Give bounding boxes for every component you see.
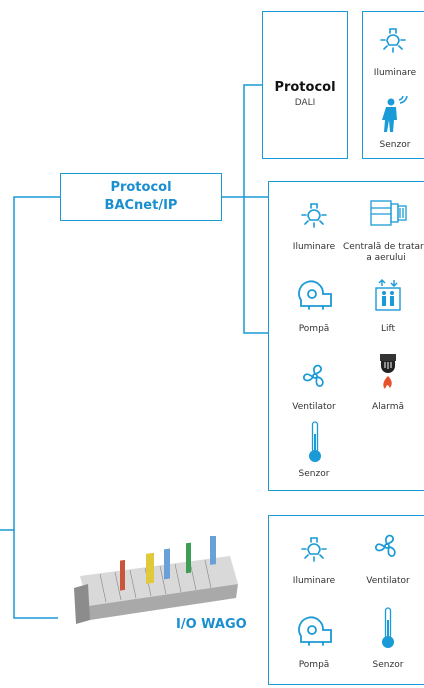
wago-fan-label: Ventilator [366,576,410,586]
fan-icon [303,364,324,387]
wago-sensor-label: Senzor [372,660,404,670]
wago-pump-label: Pompă [298,660,330,670]
bacnet-lighting-label: Iluminare [292,242,336,252]
bacnet-title-line1: Protocol [110,180,172,195]
wago-io-module-image [74,536,238,624]
wago-label: I/O WAGO [176,617,247,632]
dali-devices-box: Iluminare Senzor [362,11,424,159]
motion-sensor-icon [382,95,408,132]
bacnet-fan-label: Ventilator [292,402,336,412]
lightbulb-icon [380,28,406,53]
thermometer-icon [382,607,394,648]
bacnet-alarm-label: Alarmă [372,402,404,412]
bacnet-lift-label: Lift [380,324,396,334]
bacnet-protocol-box: Protocol BACnet/IP [60,173,222,221]
fan-icon [375,534,396,557]
thermometer-icon [309,421,321,462]
lift-icon [375,279,401,311]
wago-lighting-label: Iluminare [292,576,336,586]
dali-subtitle: DALI [294,98,316,108]
lightbulb-icon [301,537,327,562]
pump-icon [298,280,332,310]
lightbulb-icon [301,203,327,228]
bacnet-pump-label: Pompă [298,324,330,334]
bacnet-ahu-label-line2: a aerului [366,253,406,263]
bacnet-ahu-label-line1: Centrală de tratare [342,242,424,252]
dali-sensor-label: Senzor [379,140,411,150]
dali-protocol-box: Protocol DALI [262,11,348,159]
bacnet-title-line2: BACnet/IP [104,198,178,213]
fire-alarm-icon [380,354,396,389]
pump-icon [298,616,332,646]
air-handling-unit-icon [370,200,407,226]
bacnet-devices-box: Iluminare Centrală de tratare a aerului … [268,181,424,491]
dali-lighting-label: Iluminare [373,68,417,78]
dali-title: Protocol [274,80,336,95]
bacnet-sensor-label: Senzor [298,469,330,479]
wago-devices-box: Iluminare Ventilator Pompă Senzor [268,515,424,685]
